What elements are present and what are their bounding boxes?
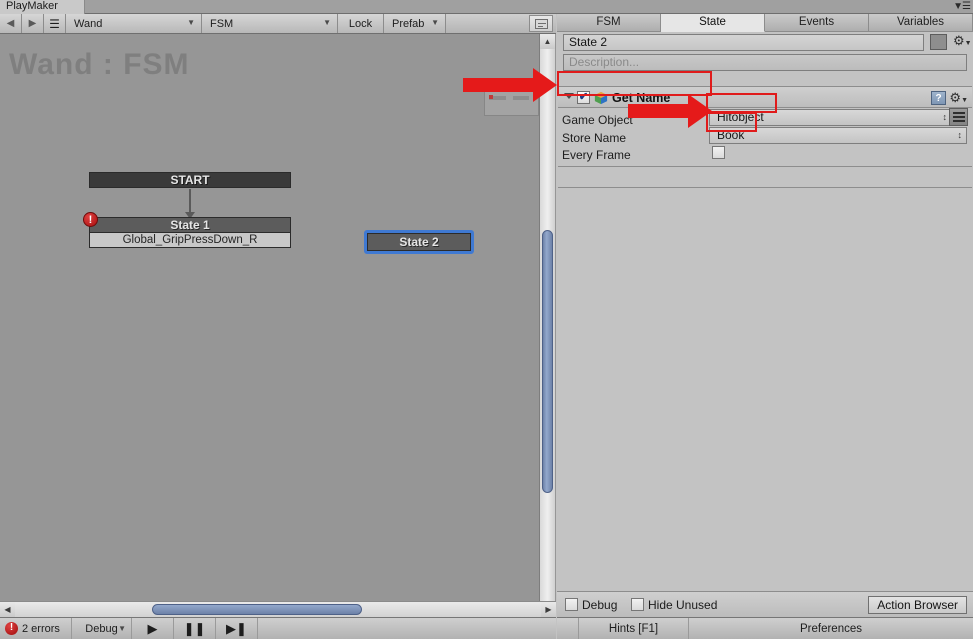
object-selector-label: Wand [74, 17, 103, 30]
chevron-down-icon: ▼ [118, 624, 126, 633]
step-button[interactable]: ▶❚ [216, 618, 258, 639]
play-icon: ▶ [147, 620, 158, 636]
window-tab-playmaker[interactable]: PlayMaker [0, 0, 85, 14]
canvas-horizontal-scrollbar[interactable]: ◀ ▶ [0, 601, 556, 617]
pause-icon: ❚❚ [183, 620, 206, 636]
triangle-down-icon[interactable] [564, 93, 574, 99]
inspector-footer: Debug Hide Unused Action Browser [557, 591, 973, 617]
state-node-state-2[interactable]: State 2 [364, 230, 474, 254]
chevron-down-icon: ▼ [961, 97, 968, 104]
action-header-get-name[interactable]: ✔ Get Name ? ⚙▼ [558, 86, 972, 108]
gear-icon[interactable]: ⚙▼ [953, 34, 972, 51]
scroll-up-icon[interactable]: ▲ [540, 34, 555, 49]
hints-button[interactable]: Hints [F1] [579, 618, 689, 639]
state-name-input[interactable]: State 2 [563, 34, 924, 51]
fsm-title: Wand : FSM [9, 48, 190, 81]
graph-toolbar: ◀ ▶ ☰ Wand ▼ FSM ▼ Lock Prefab ▼ [0, 14, 556, 34]
prefab-label: Prefab [392, 17, 425, 30]
action-list-divider [558, 187, 972, 188]
state-node-title: State 2 [367, 233, 471, 251]
minimap-icon [534, 18, 548, 29]
pause-button[interactable]: ❚❚ [174, 618, 216, 639]
error-icon: ! [5, 622, 18, 635]
field-value-store-name[interactable]: Book ↕ [709, 127, 967, 144]
updown-caret-icon: ↕ [957, 130, 963, 140]
minimap-node-b [513, 96, 529, 100]
back-arrow-icon[interactable]: ◀ [0, 14, 22, 33]
description-input[interactable]: Description... [563, 54, 967, 71]
inspector-panel: FSM State Events Variables State 2 ⚙▼ De… [557, 14, 973, 639]
preferences-button[interactable]: Preferences [689, 618, 973, 639]
tab-variables[interactable]: Variables [869, 14, 973, 32]
canvas-vertical-scrollbar[interactable]: ▲ ▼ [539, 34, 555, 617]
help-icon[interactable]: ? [931, 91, 946, 105]
debug-checkbox[interactable] [565, 598, 578, 611]
field-label-every-frame: Every Frame [562, 148, 631, 162]
step-forward-icon: ▶❚ [226, 620, 247, 636]
field-label-store-name: Store Name [562, 131, 627, 145]
graph-panel: ◀ ▶ ☰ Wand ▼ FSM ▼ Lock Prefab ▼ Wand: … [0, 14, 556, 639]
fsm-canvas[interactable]: Wand : FSM START State 1 Global_GripPres… [0, 34, 556, 617]
playmaker-window: PlayMaker ▼☰ ◀ ▶ ☰ Wand ▼ FSM ▼ Lock Pre… [0, 0, 973, 639]
debug-label: Debug [582, 598, 618, 612]
state-node-title: State 1 [89, 217, 291, 233]
window-tab-strip: PlayMaker ▼☰ [0, 0, 973, 14]
play-button[interactable]: ▶ [132, 618, 174, 639]
state-error-badge[interactable]: ! [83, 212, 98, 227]
updown-caret-icon: ↕ [942, 112, 948, 122]
minimap-overlay[interactable] [484, 84, 539, 116]
unity-cube-icon [594, 91, 608, 105]
lock-button[interactable]: Lock [338, 14, 384, 33]
status-bar-spacer [258, 618, 556, 639]
status-spacer-left [557, 618, 579, 639]
toolbar-menu-icon[interactable]: ☰ [44, 14, 66, 33]
field-value-game-object[interactable]: Hitobject ↕ [709, 109, 952, 126]
scroll-right-icon[interactable]: ▶ [541, 602, 556, 617]
scroll-left-icon[interactable]: ◀ [0, 602, 15, 617]
state-node-start[interactable]: START [89, 172, 291, 188]
object-selector[interactable]: Wand ▼ [66, 14, 202, 33]
action-divider [558, 166, 972, 167]
state-node-state-1[interactable]: State 1 Global_GripPressDown_R [89, 217, 291, 248]
prefab-button[interactable]: Prefab ▼ [384, 14, 446, 33]
hide-unused-checkbox[interactable] [631, 598, 644, 611]
action-gear-icon[interactable]: ⚙▼ [949, 91, 968, 108]
hide-unused-label: Hide Unused [648, 598, 718, 612]
game-object-picker-button[interactable] [949, 108, 968, 126]
left-status-bar: ! 2 errors Debug ▼ ▶ ❚❚ ▶❚ [0, 617, 556, 639]
tab-fsm[interactable]: FSM [557, 14, 661, 32]
minimap-error-dot [489, 95, 493, 99]
lock-label: Lock [348, 17, 373, 30]
tab-events[interactable]: Events [765, 14, 869, 32]
debug-label: Debug [85, 622, 118, 635]
color-swatch-icon[interactable] [930, 34, 947, 50]
minimap-toggle-button[interactable] [529, 15, 553, 32]
error-count-label: 2 errors [22, 622, 60, 635]
inspector-status-bar: Hints [F1] Preferences [557, 617, 973, 639]
chevron-down-icon: ▼ [323, 18, 331, 27]
vertical-scroll-thumb[interactable] [542, 230, 553, 493]
chevron-down-icon: ▼ [187, 18, 195, 27]
action-enabled-checkbox[interactable]: ✔ [577, 91, 590, 104]
chevron-down-icon: ▼ [431, 18, 439, 27]
every-frame-checkbox[interactable] [712, 146, 725, 159]
action-name-label: Get Name [612, 91, 671, 105]
toolbar-spacer [446, 14, 529, 33]
state-node-title: START [89, 172, 291, 188]
inspector-tabs: FSM State Events Variables [557, 14, 973, 32]
action-browser-button[interactable]: Action Browser [868, 596, 967, 614]
state-node-transition[interactable]: Global_GripPressDown_R [89, 233, 291, 248]
error-count-button[interactable]: ! 2 errors [0, 618, 72, 639]
field-label-game-object: Game Object [562, 113, 633, 127]
fsm-selector[interactable]: FSM ▼ [202, 14, 338, 33]
field-value-game-object-text: Hitobject [717, 110, 764, 124]
field-value-store-name-text: Book [717, 128, 745, 142]
chevron-down-icon: ▼ [964, 40, 972, 47]
forward-arrow-icon[interactable]: ▶ [22, 14, 44, 33]
debug-dropdown[interactable]: Debug ▼ [72, 618, 132, 639]
window-menu-icon[interactable]: ▼☰ [953, 1, 971, 12]
fsm-selector-label: FSM [210, 17, 234, 30]
horizontal-scroll-thumb[interactable] [152, 604, 362, 615]
tab-state[interactable]: State [661, 14, 765, 32]
